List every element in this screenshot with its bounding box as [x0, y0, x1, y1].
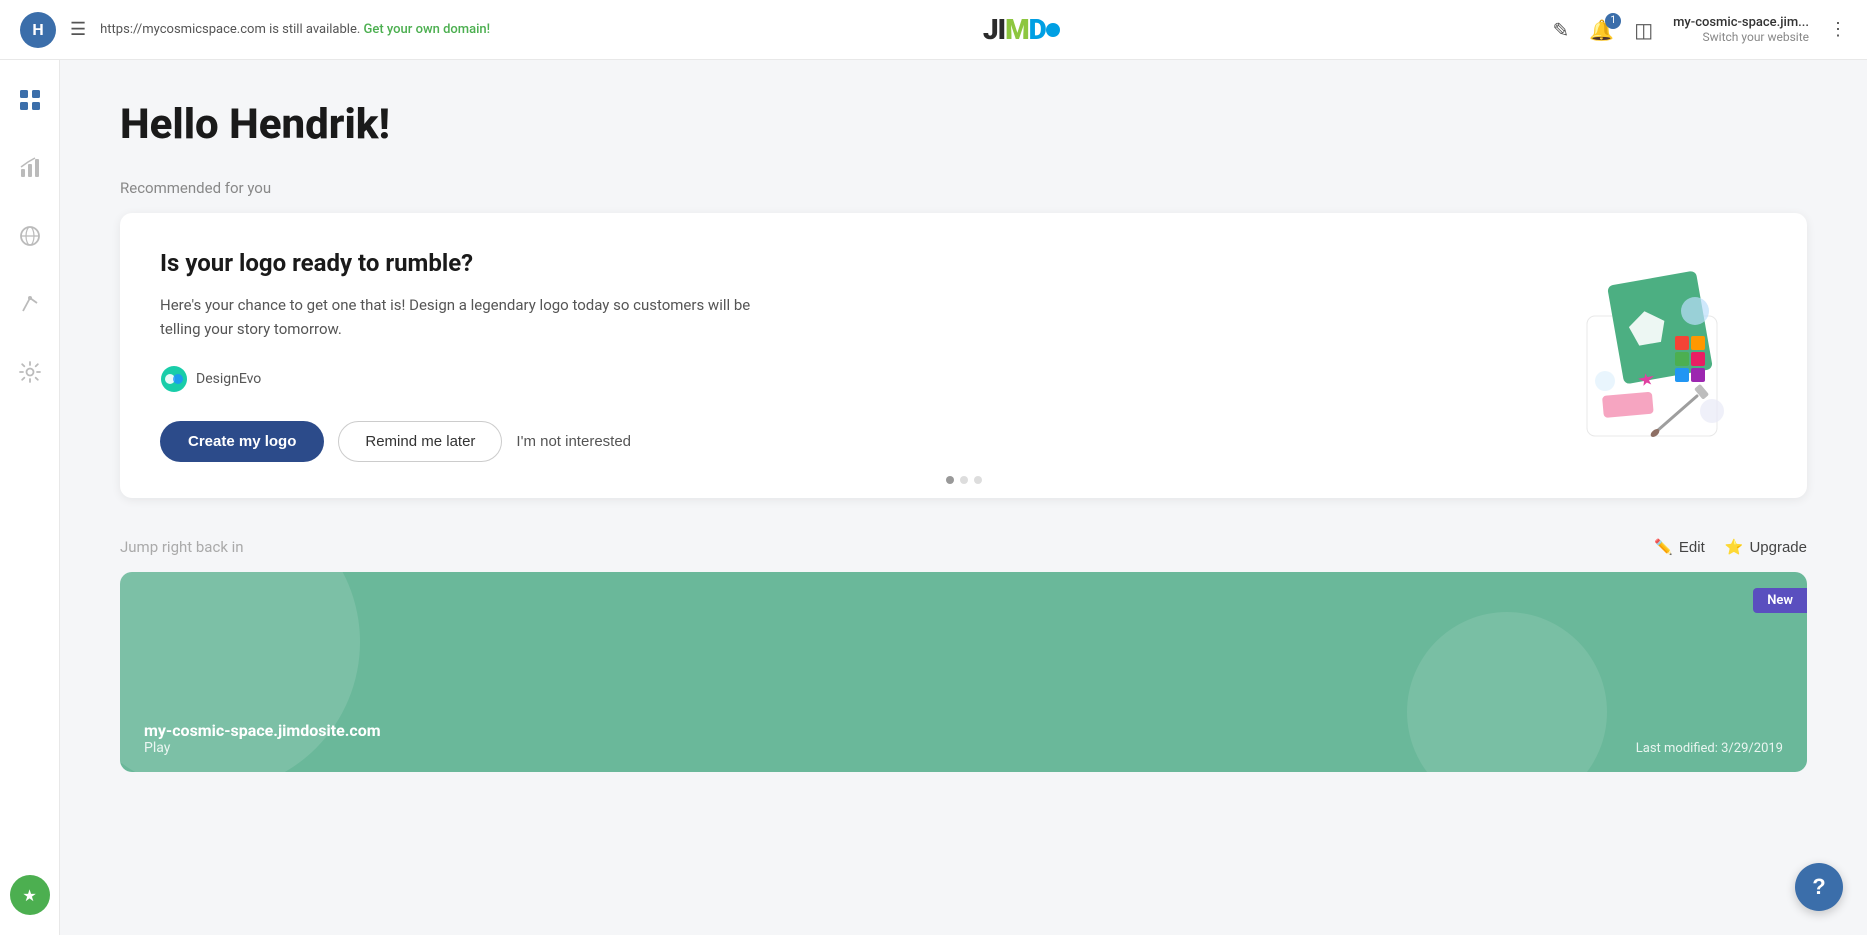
top-nav: H ☰ https://mycosmicspace.com is still a… [0, 0, 1867, 60]
notification-badge: 1 [1605, 13, 1621, 29]
switch-website-label: Switch your website [1673, 30, 1809, 44]
jimdo-logo: JIMD [983, 13, 1060, 46]
website-modified: Last modified: 3/29/2019 [1636, 741, 1783, 756]
grid-icon[interactable]: ⋮ [1829, 19, 1847, 40]
sidebar-item-dashboard[interactable] [10, 80, 50, 120]
nav-right: ✎ 🔔 1 ◫ my-cosmic-space.jim... Switch yo… [1553, 15, 1847, 44]
jump-actions: ✏️ Edit ⭐ Upgrade [1654, 538, 1807, 556]
sidebar-item-settings[interactable] [10, 352, 50, 392]
recommendation-card: Is your logo ready to rumble? Here's you… [120, 213, 1807, 498]
jump-section-header: Jump right back in ✏️ Edit ⭐ Upgrade [120, 538, 1807, 556]
create-logo-button[interactable]: Create my logo [160, 421, 324, 462]
edit-pencil-icon: ✏️ [1654, 538, 1673, 556]
card-pagination-dots [946, 476, 982, 484]
sidebar-user-avatar[interactable]: ★ [10, 875, 50, 915]
sidebar-item-marketing[interactable] [10, 284, 50, 324]
rec-illustration [1527, 256, 1747, 456]
website-card-info: my-cosmic-space.jimdosite.com Play [144, 721, 381, 756]
user-avatar[interactable]: H [20, 12, 56, 48]
dot-1[interactable] [946, 476, 954, 484]
nav-left: H ☰ https://mycosmicspace.com is still a… [20, 12, 490, 48]
dot-2[interactable] [960, 476, 968, 484]
rec-card-description: Here's your chance to get one that is! D… [160, 293, 760, 341]
notification-icon[interactable]: 🔔 1 [1589, 18, 1614, 42]
website-name: my-cosmic-space.jimdosite.com [144, 721, 381, 740]
edit-button[interactable]: ✏️ Edit [1654, 538, 1705, 556]
recommended-label: Recommended for you [120, 179, 1807, 197]
rec-card-actions: Create my logo Remind me later I'm not i… [160, 421, 760, 462]
hamburger-icon[interactable]: ☰ [70, 19, 86, 40]
sidebar-item-seo[interactable] [10, 216, 50, 256]
upgrade-button[interactable]: ⭐ Upgrade [1725, 538, 1807, 556]
website-play: Play [144, 740, 381, 756]
sidebar-item-stats[interactable] [10, 148, 50, 188]
main-content: Hello Hendrik! Recommended for you Is yo… [60, 60, 1867, 935]
logo-illustration [1527, 256, 1747, 456]
logo-dot [1046, 23, 1060, 37]
logo-m: M [1005, 13, 1029, 46]
edit-icon[interactable]: ✎ [1553, 18, 1570, 42]
upgrade-star-icon: ⭐ [1725, 538, 1744, 556]
get-domain-link[interactable]: Get your own domain! [364, 22, 491, 37]
sidebar-bottom: ★ [10, 875, 50, 915]
rec-card-title: Is your logo ready to rumble? [160, 249, 760, 277]
not-interested-button[interactable]: I'm not interested [516, 433, 631, 450]
site-name: my-cosmic-space.jim... [1673, 15, 1809, 30]
upgrade-label: Upgrade [1749, 539, 1807, 556]
website-switcher[interactable]: my-cosmic-space.jim... Switch your websi… [1673, 15, 1809, 44]
sidebar: ★ [0, 60, 60, 935]
designevo-logo: DesignEvo [160, 365, 760, 393]
rec-card-content: Is your logo ready to rumble? Here's you… [160, 249, 760, 462]
designevo-icon [160, 365, 188, 393]
dot-3[interactable] [974, 476, 982, 484]
new-badge: New [1753, 588, 1807, 613]
main-layout: ★ Hello Hendrik! Recommended for you Is … [0, 60, 1867, 935]
edit-label: Edit [1679, 539, 1705, 556]
help-button[interactable]: ? [1795, 863, 1843, 911]
logo-ji: JI [983, 13, 1005, 46]
page-title: Hello Hendrik! [120, 100, 1807, 149]
pages-icon[interactable]: ◫ [1634, 18, 1653, 42]
website-preview-card[interactable]: New my-cosmic-space.jimdosite.com Play L… [120, 572, 1807, 772]
nav-center: JIMD [506, 13, 1536, 46]
designevo-label: DesignEvo [196, 371, 261, 387]
logo-do: D [1029, 13, 1046, 46]
website-card-bottom: my-cosmic-space.jimdosite.com Play Last … [144, 721, 1783, 756]
jump-label: Jump right back in [120, 538, 244, 556]
remind-later-button[interactable]: Remind me later [338, 421, 502, 462]
domain-notice: https://mycosmicspace.com is still avail… [100, 22, 490, 37]
